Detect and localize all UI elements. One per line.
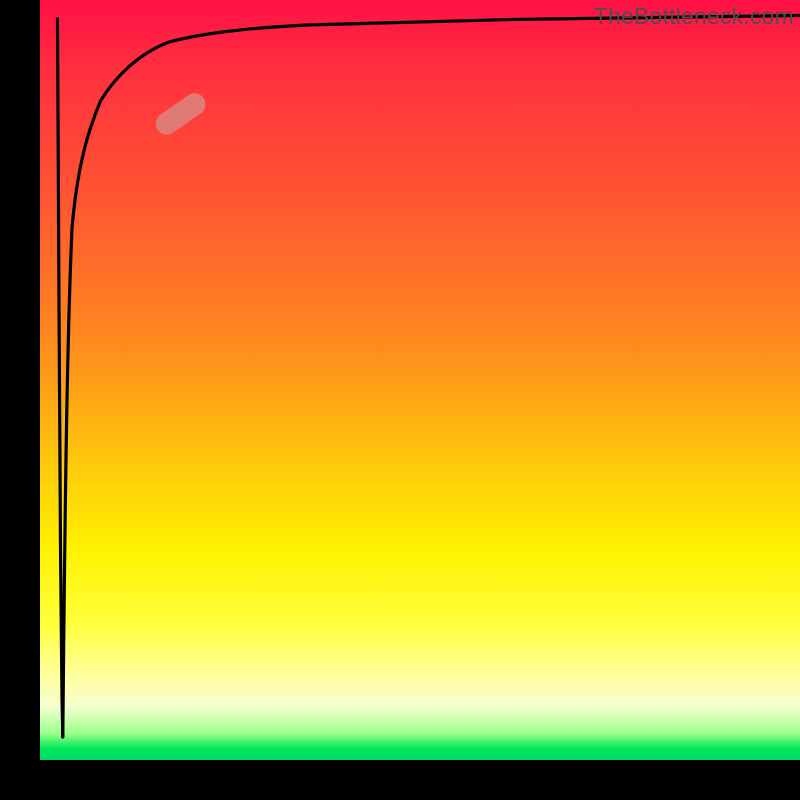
curve-marker: [151, 89, 209, 139]
watermark-text: TheBottleneck.com: [594, 3, 794, 30]
axis-left-border: [0, 0, 40, 800]
bottleneck-curve: [40, 0, 800, 760]
plot-area: [40, 0, 800, 760]
axis-bottom-border: [0, 760, 800, 800]
chart-container: TheBottleneck.com: [0, 0, 800, 800]
curve-down-spike: [58, 19, 63, 737]
